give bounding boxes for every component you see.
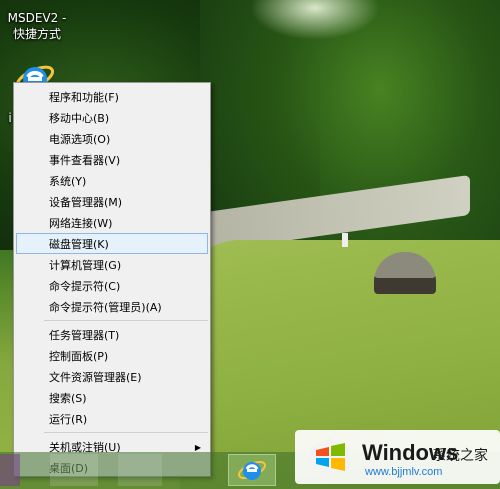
sky-patch [250, 0, 380, 40]
windows-logo-icon [310, 438, 350, 476]
desktop-shortcut-msdev2[interactable]: MSDEV2 - 快捷方式 [6, 10, 68, 42]
menu-item-label: 移动中心(B) [49, 112, 110, 125]
menu-item[interactable]: 磁盘管理(K) [16, 233, 208, 254]
taskbar-button-ie[interactable] [228, 454, 276, 486]
menu-item[interactable]: 设备管理器(M) [16, 191, 208, 212]
menu-item-label: 磁盘管理(K) [49, 238, 109, 251]
menu-item[interactable]: 搜索(S) [16, 387, 208, 408]
menu-item[interactable]: 网络连接(W) [16, 212, 208, 233]
menu-item-label: 网络连接(W) [49, 217, 113, 230]
road-post [342, 233, 348, 247]
taskbar-button-store[interactable] [118, 454, 162, 486]
menu-item-label: 命令提示符(管理员)(A) [49, 301, 162, 314]
menu-item-label: 搜索(S) [49, 392, 87, 405]
menu-item-label: 文件资源管理器(E) [49, 371, 142, 384]
menu-item-label: 电源选项(O) [49, 133, 111, 146]
menu-item[interactable]: 系统(Y) [16, 170, 208, 191]
menu-item[interactable]: 计算机管理(G) [16, 254, 208, 275]
menu-item[interactable]: 运行(R) [16, 408, 208, 429]
menu-item[interactable]: 事件查看器(V) [16, 149, 208, 170]
menu-item-label: 设备管理器(M) [49, 196, 123, 209]
menu-item-label: 程序和功能(F) [49, 91, 119, 104]
taskbar-button-explorer[interactable] [50, 454, 98, 486]
menu-item-label: 任务管理器(T) [49, 329, 120, 342]
menu-separator [44, 320, 208, 321]
watermark-subtitle: 系统之家 [432, 448, 488, 464]
menu-item[interactable]: 命令提示符(C) [16, 275, 208, 296]
menu-item[interactable]: 文件资源管理器(E) [16, 366, 208, 387]
menu-item-label: 控制面板(P) [49, 350, 109, 363]
menu-item[interactable]: 程序和功能(F) [16, 86, 208, 107]
menu-item[interactable]: 电源选项(O) [16, 128, 208, 149]
ie-icon [238, 460, 266, 480]
winx-context-menu: 程序和功能(F) 移动中心(B) 电源选项(O) 事件查看器(V) 系统(Y) 设备管理器… [13, 82, 211, 477]
watermark-url: www.bjjmlv.com [365, 466, 443, 478]
taskbar-start-area[interactable] [0, 454, 20, 486]
shortcut-label-line1: MSDEV2 - [7, 11, 67, 25]
menu-item[interactable]: 控制面板(P) [16, 345, 208, 366]
menu-separator [44, 432, 208, 433]
menu-item-label: 计算机管理(G) [49, 259, 122, 272]
menu-item-label: 运行(R) [49, 413, 88, 426]
menu-item-label: 命令提示符(C) [49, 280, 121, 293]
menu-item-label: 系统(Y) [49, 175, 87, 188]
menu-item[interactable]: 命令提示符(管理员)(A) [16, 296, 208, 317]
shortcut-label-line2: 快捷方式 [12, 27, 61, 41]
menu-item[interactable]: 移动中心(B) [16, 107, 208, 128]
menu-item-label: 事件查看器(V) [49, 154, 121, 167]
menu-item[interactable]: 任务管理器(T) [16, 324, 208, 345]
